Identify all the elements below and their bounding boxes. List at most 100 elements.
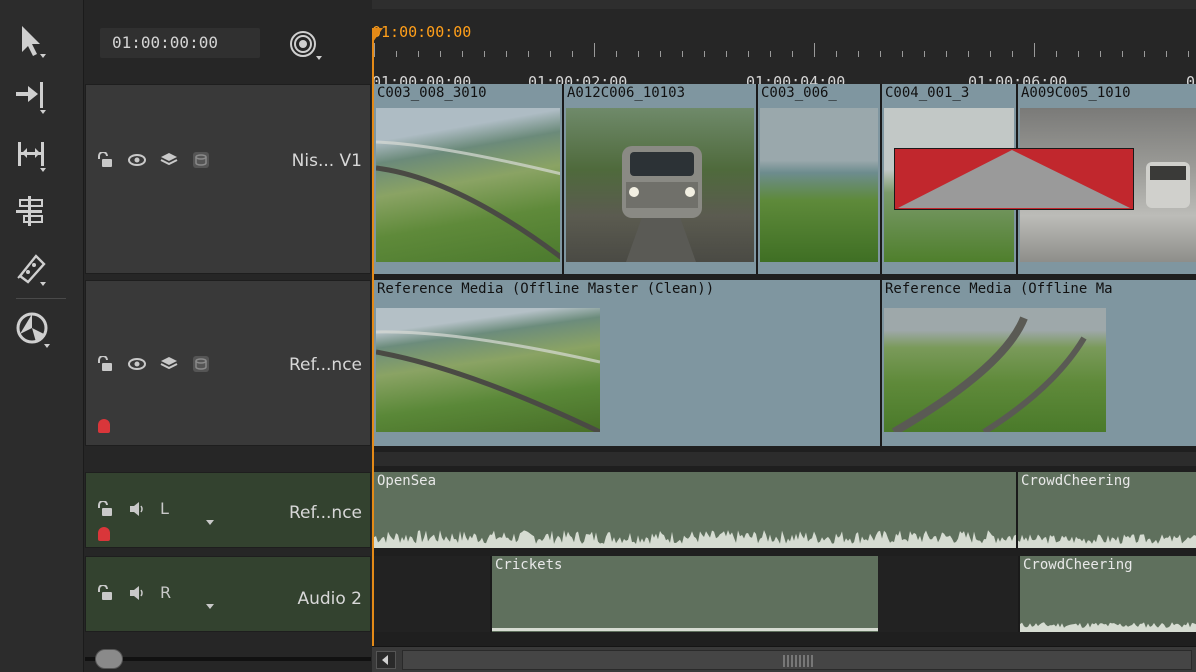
clip[interactable]: Crickets [490, 556, 878, 632]
track-name-audio-1[interactable]: Ref...nce [289, 503, 362, 523]
scroll-left-button[interactable] [376, 651, 396, 669]
audio-waveform [1018, 534, 1196, 548]
unlock-icon[interactable] [96, 356, 114, 372]
retime-tool-button[interactable] [14, 310, 58, 352]
ruler-tick [1034, 43, 1035, 57]
ruler-tick [770, 51, 771, 57]
track-header-reference[interactable]: Ref...nce [85, 280, 371, 446]
layers-icon[interactable] [160, 152, 178, 168]
ruler-tick [792, 51, 793, 57]
align-icon [16, 196, 43, 226]
clip-name: C003_006_ [761, 85, 837, 101]
track-header-audio-1[interactable]: L Ref...nce [85, 472, 371, 548]
scroll-thumb[interactable] [402, 650, 1192, 670]
track-controls: L [96, 499, 169, 518]
offline-media-indicator [893, 147, 1135, 211]
ruler-tick [528, 51, 529, 57]
clip-name: Reference Media (Offline Master (Clean)) [377, 281, 715, 297]
ruler-tick [1144, 51, 1145, 57]
bracket-arrows-icon [18, 142, 46, 172]
disk-icon[interactable] [192, 151, 210, 169]
razor-tool-button[interactable] [14, 248, 58, 290]
ruler-tick [1056, 51, 1057, 57]
track-lane-reference: Reference Media (Offline Master (Clean))… [372, 280, 1196, 446]
clip-thumbnail [376, 108, 560, 262]
unlock-icon[interactable] [96, 152, 114, 168]
clip[interactable]: CrowdCheering [1016, 472, 1196, 548]
chevron-down-icon[interactable] [206, 595, 214, 609]
ruler-tick [880, 51, 881, 57]
unlock-icon[interactable] [96, 500, 114, 517]
ruler-tick [1078, 51, 1079, 57]
ruler-tick [440, 51, 441, 57]
clip-name: Reference Media (Offline Ma [885, 281, 1113, 297]
snap-button[interactable] [286, 28, 326, 64]
ruler-tick [616, 51, 617, 57]
clip-name: OpenSea [377, 473, 437, 489]
track-controls [96, 151, 210, 169]
track-select-tool-button[interactable] [14, 76, 58, 118]
ruler-tick [506, 51, 507, 57]
audio-waveform [1020, 622, 1196, 632]
track-controls [96, 355, 210, 373]
tag-flag-icon [98, 419, 110, 433]
channel-label[interactable]: R [160, 583, 171, 602]
layers-icon[interactable] [160, 356, 178, 372]
speaker-icon[interactable] [128, 501, 146, 517]
ruler-tick [748, 51, 749, 57]
disk-icon[interactable] [192, 355, 210, 373]
clip-name: A012C006_10103 [567, 85, 686, 101]
arrow-cursor-icon [22, 26, 46, 58]
ruler-tick [1100, 51, 1101, 57]
timecode-display[interactable]: 01:00:00:00 [100, 28, 260, 58]
slider-track [85, 657, 371, 661]
timeline-area[interactable]: 01:00:00:00 01:00:00:00 01:00:02:00 01:0… [372, 0, 1196, 672]
eye-icon[interactable] [128, 153, 146, 167]
playhead-line[interactable] [372, 36, 374, 646]
clip[interactable]: CrowdCheering [1018, 556, 1196, 632]
ruler-tick [946, 51, 947, 57]
ruler-tick [814, 43, 815, 57]
playhead-timecode: 01:00:00:00 [372, 23, 472, 41]
clip-name: C004_001_3 [885, 85, 970, 101]
clip[interactable]: A012C006_10103 [562, 84, 756, 274]
track-name-reference[interactable]: Ref...nce [289, 355, 362, 375]
clip[interactable]: C003_006_ [756, 84, 880, 274]
track-lane-audio-1: OpenSea CrowdCheering [372, 472, 1196, 548]
clip-name: Crickets [495, 557, 563, 573]
horizontal-scrollbar[interactable] [372, 646, 1196, 672]
ruler-tick [594, 43, 595, 57]
clip-name: CrowdCheering [1021, 473, 1131, 489]
track-header-v1[interactable]: Nis... V1 [85, 84, 371, 274]
unlock-icon[interactable] [96, 584, 114, 601]
track-header-audio-2[interactable]: R Audio 2 [85, 556, 371, 632]
ruler-tick [902, 51, 903, 57]
clip-thumbnail [566, 108, 754, 262]
clip-name: A009C005_1010 [1021, 85, 1131, 101]
slider-handle[interactable] [95, 649, 123, 669]
track-name-v1[interactable]: Nis... V1 [292, 151, 362, 171]
clip[interactable]: OpenSea [372, 472, 1016, 548]
clip[interactable]: Reference Media (Offline Ma [880, 280, 1196, 446]
ruler-tick [1122, 51, 1123, 57]
chevron-down-icon[interactable] [206, 511, 214, 525]
time-ruler[interactable]: 01:00:00:00 01:00:00:00 01:00:02:00 01:0… [372, 0, 1196, 91]
multi-tool-button[interactable] [14, 192, 58, 234]
grip-icon [783, 655, 813, 667]
channel-label[interactable]: L [160, 499, 169, 518]
ruler-tick [484, 51, 485, 57]
clip-thumbnail [760, 108, 878, 262]
select-tool-button[interactable] [14, 20, 58, 62]
wheel-icon [16, 312, 50, 348]
clip[interactable]: C003_008_3010 [372, 84, 562, 274]
track-lane-audio-2: Crickets CrowdCheering [372, 556, 1196, 632]
speaker-icon[interactable] [128, 585, 146, 601]
ruler-tick [990, 51, 991, 57]
eye-icon[interactable] [128, 357, 146, 371]
track-controls: R [96, 583, 171, 602]
zoom-slider[interactable] [85, 646, 371, 672]
slip-tool-button[interactable] [14, 134, 58, 176]
track-name-audio-2[interactable]: Audio 2 [297, 589, 362, 609]
audio-waveform [492, 628, 878, 631]
clip[interactable]: Reference Media (Offline Master (Clean)) [372, 280, 880, 446]
